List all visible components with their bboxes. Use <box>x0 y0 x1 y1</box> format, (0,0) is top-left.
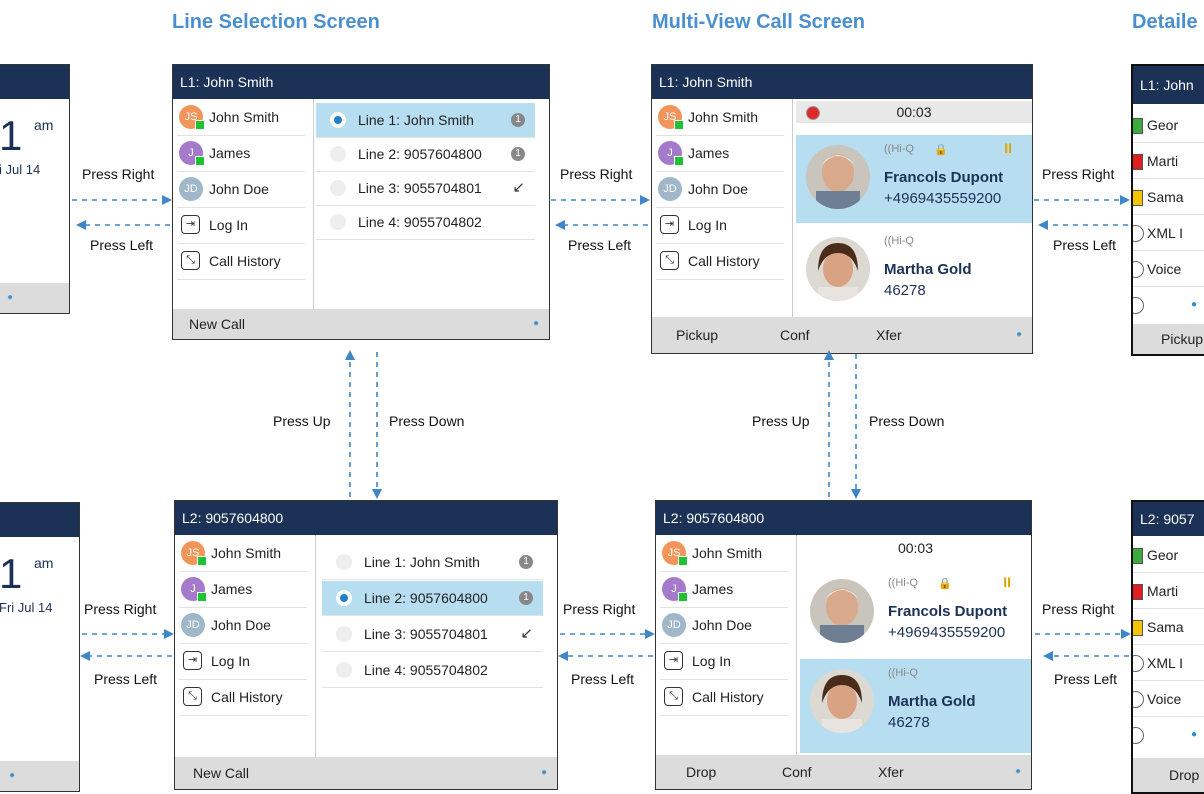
press-left-label: Press Left <box>1054 671 1118 687</box>
press-right-label: Press Right <box>1042 601 1115 617</box>
press-down-label: Press Down <box>869 413 945 429</box>
press-right-label: Press Right <box>563 601 636 617</box>
navigation-arrows <box>72 195 1131 661</box>
press-down-label: Press Down <box>389 413 465 429</box>
press-left-label: Press Left <box>568 237 632 253</box>
press-left-label: Press Left <box>571 671 635 687</box>
press-right-label: Press Right <box>1042 166 1115 182</box>
press-right-label: Press Right <box>560 166 633 182</box>
press-left-label: Press Left <box>1053 237 1117 253</box>
press-left-label: Press Left <box>94 671 158 687</box>
press-left-label: Press Left <box>90 237 154 253</box>
press-up-label: Press Up <box>752 413 810 429</box>
press-up-label: Press Up <box>273 413 331 429</box>
press-right-label: Press Right <box>82 166 155 182</box>
press-right-label: Press Right <box>84 601 157 617</box>
